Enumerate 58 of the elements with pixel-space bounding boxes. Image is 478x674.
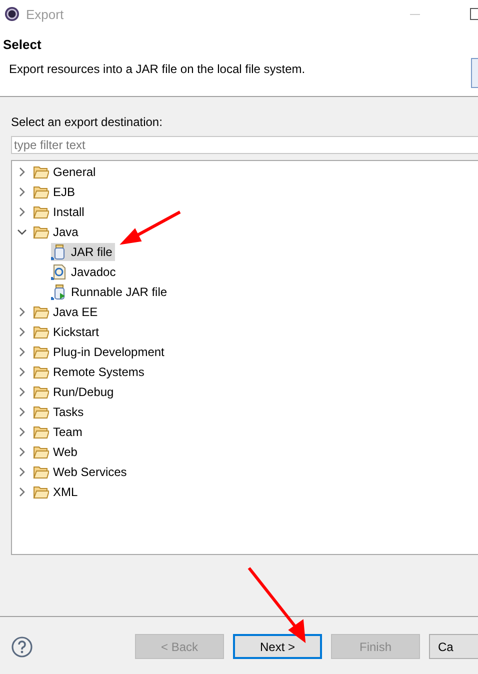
destination-label: Select an export destination: (11, 115, 164, 129)
folder-icon (33, 385, 49, 399)
jar-icon (51, 244, 67, 260)
tree-item[interactable]: XML (33, 483, 81, 501)
folder-icon (33, 425, 49, 439)
window-title: Export (26, 6, 64, 22)
tree-item[interactable]: Web Services (33, 463, 130, 481)
tree-item[interactable]: JAR file (51, 243, 116, 261)
page-description: Export resources into a JAR file on the local file system. (8, 62, 306, 76)
jar-icon (51, 284, 67, 300)
folder-icon (33, 185, 49, 199)
expand-icon[interactable] (17, 347, 27, 357)
document-icon (51, 264, 67, 280)
tree-item[interactable]: Install (33, 203, 88, 221)
tree-item[interactable]: Web (33, 443, 80, 461)
help-icon[interactable] (11, 636, 33, 658)
tree-item[interactable]: Javadoc (51, 263, 119, 281)
collapse-icon[interactable] (17, 227, 27, 237)
tree-item[interactable]: Tasks (33, 403, 87, 421)
folder-icon (33, 365, 49, 379)
dialog-button[interactable]: Ca (429, 634, 478, 659)
expand-icon[interactable] (17, 327, 27, 337)
expand-icon[interactable] (17, 467, 27, 477)
expand-icon[interactable] (17, 187, 27, 197)
expand-icon[interactable] (17, 367, 27, 377)
tree-item[interactable]: Remote Systems (33, 363, 148, 381)
tree-item[interactable]: Java EE (33, 303, 101, 321)
expand-icon[interactable] (17, 407, 27, 417)
tree-item[interactable]: Plug-in Development (33, 343, 168, 361)
filter-field[interactable]: type filter text (11, 136, 478, 154)
tree-item[interactable]: Team (33, 423, 86, 441)
folder-icon (33, 485, 49, 499)
folder-icon (33, 305, 49, 319)
folder-icon (33, 165, 49, 179)
folder-icon (33, 205, 49, 219)
folder-icon (33, 225, 49, 239)
gear-icon (4, 6, 20, 22)
folder-icon (33, 445, 49, 459)
expand-icon[interactable] (17, 487, 27, 497)
expand-icon[interactable] (17, 387, 27, 397)
expand-icon[interactable] (17, 447, 27, 457)
expand-icon[interactable] (17, 207, 27, 217)
dialog-button[interactable]: Next > (233, 634, 322, 659)
expand-icon[interactable] (17, 167, 27, 177)
folder-icon (33, 325, 49, 339)
folder-icon (33, 405, 49, 419)
tree-item[interactable]: Java (33, 223, 82, 241)
tree-item[interactable]: EJB (33, 183, 78, 201)
folder-icon (33, 345, 49, 359)
tree-item[interactable]: Kickstart (33, 323, 102, 341)
annotation-arrow (120, 210, 181, 245)
tree-item[interactable]: Run/Debug (33, 383, 117, 401)
folder-icon (33, 465, 49, 479)
tree-item[interactable]: General (33, 163, 99, 181)
expand-icon[interactable] (17, 427, 27, 437)
expand-icon[interactable] (17, 307, 27, 317)
tree-item[interactable]: Runnable JAR file (51, 283, 170, 301)
page-title: Select (3, 37, 42, 52)
